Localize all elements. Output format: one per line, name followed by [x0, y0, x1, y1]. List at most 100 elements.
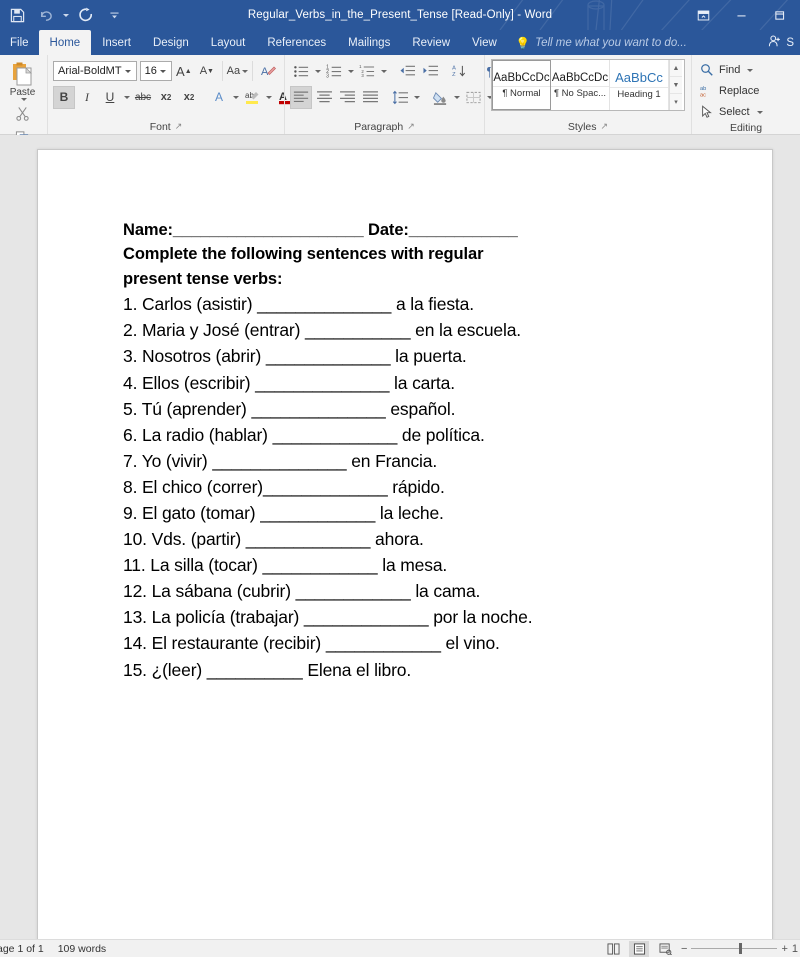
- line-spacing-caret[interactable]: [412, 86, 421, 109]
- document-body[interactable]: Name:_____________________ Date:________…: [38, 150, 772, 683]
- bullets-caret-icon[interactable]: [314, 69, 321, 73]
- styles-scroll-down-icon[interactable]: ▼: [670, 77, 682, 94]
- select-button[interactable]: Select: [697, 103, 795, 121]
- font-size-caret-icon[interactable]: [157, 70, 169, 73]
- align-right-button[interactable]: [336, 86, 358, 109]
- style-no-spacing[interactable]: AaBbCcDc ¶ No Spac...: [551, 60, 610, 110]
- increase-indent-button[interactable]: [419, 60, 441, 83]
- numbering-caret[interactable]: [346, 60, 355, 83]
- select-caret-icon[interactable]: [756, 110, 763, 114]
- restore-button[interactable]: [760, 0, 798, 30]
- ribbon-display-options-icon[interactable]: [684, 0, 722, 30]
- ribbon-tab-bar[interactable]: File Home Insert Design Layout Reference…: [0, 30, 800, 55]
- quick-access-toolbar[interactable]: [0, 3, 127, 27]
- text-effects-caret[interactable]: [231, 86, 240, 109]
- font-dialog-launcher-icon[interactable]: ↗: [175, 121, 183, 132]
- tab-mailings[interactable]: Mailings: [337, 30, 401, 55]
- styles-dialog-launcher-icon[interactable]: ↗: [601, 121, 609, 132]
- highlight-color-button[interactable]: ab: [241, 86, 263, 109]
- multilevel-caret-icon[interactable]: [380, 69, 387, 73]
- shading-caret[interactable]: [452, 86, 461, 109]
- clear-formatting-button[interactable]: A: [257, 60, 279, 83]
- tab-home[interactable]: Home: [38, 30, 92, 55]
- page-indicator[interactable]: Page 1 of 1: [0, 943, 44, 955]
- tell-me-search[interactable]: 💡 Tell me what you want to do...: [508, 30, 695, 55]
- font-name-combo[interactable]: Arial-BoldMT: [53, 61, 137, 81]
- line-spacing-caret-icon[interactable]: [413, 95, 420, 99]
- zoom-level-label[interactable]: 1: [792, 943, 798, 955]
- tab-view[interactable]: View: [461, 30, 508, 55]
- superscript-button[interactable]: x2: [178, 86, 200, 109]
- minimize-button[interactable]: [722, 0, 760, 30]
- font-size-combo[interactable]: 16: [139, 61, 172, 81]
- undo-dropdown-caret-icon[interactable]: [60, 3, 71, 27]
- web-layout-button[interactable]: [655, 941, 675, 957]
- align-center-button[interactable]: [313, 86, 335, 109]
- line-spacing-button[interactable]: [389, 86, 411, 109]
- cut-button[interactable]: [2, 102, 43, 125]
- text-effects-caret-icon[interactable]: [232, 95, 239, 99]
- ribbon[interactable]: Paste Clipboard ↗: [0, 55, 800, 185]
- multilevel-list-button[interactable]: 123: [356, 60, 378, 83]
- paste-caret-icon[interactable]: [20, 98, 27, 101]
- shading-caret-icon[interactable]: [453, 95, 460, 99]
- underline-caret-icon[interactable]: [123, 95, 130, 99]
- bullets-caret[interactable]: [313, 60, 322, 83]
- customize-quick-access-icon[interactable]: [101, 3, 127, 27]
- zoom-out-button[interactable]: −: [681, 943, 687, 955]
- grow-font-button[interactable]: A ▲: [173, 60, 195, 83]
- decrease-indent-button[interactable]: [396, 60, 418, 83]
- justify-button[interactable]: [359, 86, 381, 109]
- change-case-button[interactable]: Aa: [226, 60, 249, 83]
- font-name-caret-icon[interactable]: [122, 70, 134, 73]
- subscript-button[interactable]: x2: [155, 86, 177, 109]
- shading-button[interactable]: [429, 86, 451, 109]
- styles-gallery[interactable]: AaBbCcDc ¶ Normal AaBbCcDc ¶ No Spac... …: [491, 59, 685, 111]
- tab-insert[interactable]: Insert: [91, 30, 142, 55]
- paragraph-dialog-launcher-icon[interactable]: ↗: [407, 121, 415, 132]
- styles-scroll-up-icon[interactable]: ▲: [670, 60, 682, 77]
- text-effects-button[interactable]: A: [208, 86, 230, 109]
- underline-button[interactable]: U: [99, 86, 121, 109]
- change-case-caret-icon[interactable]: [242, 69, 249, 73]
- tab-design[interactable]: Design: [142, 30, 200, 55]
- highlight-caret-icon[interactable]: [265, 95, 272, 99]
- document-page[interactable]: Name:_____________________ Date:________…: [37, 149, 773, 939]
- style-heading-1[interactable]: AaBbCс Heading 1: [610, 60, 669, 110]
- bold-button[interactable]: B: [53, 85, 75, 109]
- tab-references[interactable]: References: [256, 30, 337, 55]
- save-icon[interactable]: [4, 3, 30, 27]
- styles-gallery-scroll[interactable]: ▲ ▼ ▾: [669, 60, 682, 110]
- italic-button[interactable]: I: [76, 86, 98, 109]
- styles-more-icon[interactable]: ▾: [670, 94, 682, 110]
- strikethrough-button[interactable]: abc: [132, 86, 154, 109]
- replace-button[interactable]: ab ac Replace: [697, 82, 795, 100]
- print-layout-button[interactable]: [629, 940, 649, 957]
- tab-review[interactable]: Review: [401, 30, 461, 55]
- align-left-button[interactable]: [290, 85, 312, 109]
- borders-button[interactable]: [462, 86, 484, 109]
- zoom-slider[interactable]: − + 1: [681, 943, 798, 955]
- numbering-button[interactable]: 123: [323, 60, 345, 83]
- redo-icon[interactable]: [73, 3, 99, 27]
- bullets-button[interactable]: [290, 60, 312, 83]
- highlight-caret[interactable]: [264, 86, 273, 109]
- sort-button[interactable]: AZ: [449, 60, 471, 83]
- document-canvas[interactable]: Name:_____________________ Date:________…: [0, 135, 800, 939]
- account-button[interactable]: S: [762, 30, 800, 55]
- word-count[interactable]: 109 words: [58, 943, 106, 955]
- find-caret-icon[interactable]: [747, 68, 754, 72]
- shrink-font-button[interactable]: A ▼: [196, 60, 218, 83]
- numbering-caret-icon[interactable]: [347, 69, 354, 73]
- read-mode-button[interactable]: [603, 941, 623, 957]
- multilevel-caret[interactable]: [379, 60, 388, 83]
- status-bar[interactable]: Page 1 of 1 109 words − + 1: [0, 939, 800, 957]
- zoom-handle[interactable]: [739, 943, 743, 954]
- zoom-track[interactable]: [691, 943, 778, 954]
- style-normal[interactable]: AaBbCcDc ¶ Normal: [492, 60, 551, 110]
- find-button[interactable]: Find: [697, 61, 795, 79]
- tab-file[interactable]: File: [0, 30, 39, 55]
- zoom-in-button[interactable]: +: [781, 943, 787, 955]
- paste-button[interactable]: Paste: [2, 61, 43, 101]
- underline-caret[interactable]: [122, 86, 131, 109]
